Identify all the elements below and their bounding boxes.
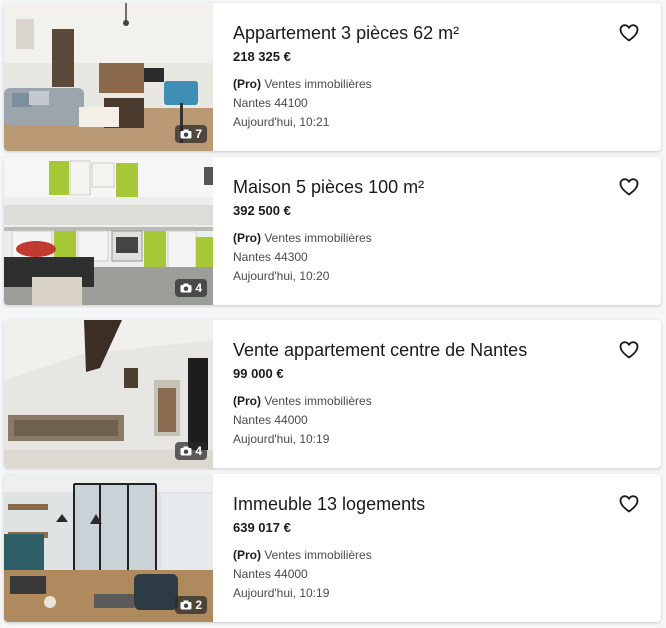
camera-icon <box>180 283 192 293</box>
photo-count: 7 <box>195 127 202 141</box>
favorite-button[interactable] <box>619 24 639 42</box>
listing-date: Aujourd'hui, 10:19 <box>233 432 330 446</box>
photo-count-badge: 4 <box>175 279 207 297</box>
favorite-button[interactable] <box>619 495 639 513</box>
photo-count: 4 <box>195 444 202 458</box>
seller-name: Ventes immobilières <box>264 394 372 408</box>
listing-seller: (Pro) Ventes immobilières <box>233 548 372 562</box>
favorite-button[interactable] <box>619 178 639 196</box>
favorite-button[interactable] <box>619 341 639 359</box>
listing-photo[interactable]: 4 <box>4 320 213 468</box>
seller-name: Ventes immobilières <box>264 548 372 562</box>
photo-count-badge: 7 <box>175 125 207 143</box>
listing-card[interactable]: 2 Immeuble 13 logements 639 017 € (Pro) … <box>4 474 661 622</box>
listing-photo[interactable]: 7 <box>4 3 213 151</box>
pro-label: (Pro) <box>233 231 261 245</box>
heart-outline-icon <box>619 178 639 196</box>
camera-icon <box>180 129 192 139</box>
listing-price: 218 325 € <box>233 49 291 64</box>
listing-seller: (Pro) Ventes immobilières <box>233 394 372 408</box>
listing-seller: (Pro) Ventes immobilières <box>233 77 372 91</box>
listing-location: Nantes 44100 <box>233 96 308 110</box>
listing-title[interactable]: Appartement 3 pièces 62 m² <box>233 23 459 44</box>
listing-card[interactable]: 7 Appartement 3 pièces 62 m² 218 325 € (… <box>4 3 661 151</box>
listing-card[interactable]: 4 Vente appartement centre de Nantes 99 … <box>4 320 661 468</box>
listing-title[interactable]: Immeuble 13 logements <box>233 494 425 515</box>
listing-date: Aujourd'hui, 10:19 <box>233 586 330 600</box>
camera-icon <box>180 446 192 456</box>
seller-name: Ventes immobilières <box>264 231 372 245</box>
listing-photo[interactable]: 4 <box>4 157 213 305</box>
listing-location: Nantes 44000 <box>233 567 308 581</box>
listing-date: Aujourd'hui, 10:21 <box>233 115 330 129</box>
photo-count-badge: 2 <box>175 596 207 614</box>
listing-photo[interactable]: 2 <box>4 474 213 622</box>
heart-outline-icon <box>619 495 639 513</box>
listing-date: Aujourd'hui, 10:20 <box>233 269 330 283</box>
camera-icon <box>180 600 192 610</box>
heart-outline-icon <box>619 24 639 42</box>
listing-title[interactable]: Vente appartement centre de Nantes <box>233 340 527 361</box>
seller-name: Ventes immobilières <box>264 77 372 91</box>
photo-count: 2 <box>195 598 202 612</box>
pro-label: (Pro) <box>233 77 261 91</box>
photo-count: 4 <box>195 281 202 295</box>
listing-location: Nantes 44000 <box>233 413 308 427</box>
listing-card[interactable]: 4 Maison 5 pièces 100 m² 392 500 € (Pro)… <box>4 157 661 305</box>
listing-price: 392 500 € <box>233 203 291 218</box>
heart-outline-icon <box>619 341 639 359</box>
listing-price: 639 017 € <box>233 520 291 535</box>
listing-title[interactable]: Maison 5 pièces 100 m² <box>233 177 424 198</box>
listing-price: 99 000 € <box>233 366 284 381</box>
photo-count-badge: 4 <box>175 442 207 460</box>
listing-seller: (Pro) Ventes immobilières <box>233 231 372 245</box>
pro-label: (Pro) <box>233 394 261 408</box>
listing-location: Nantes 44300 <box>233 250 308 264</box>
pro-label: (Pro) <box>233 548 261 562</box>
